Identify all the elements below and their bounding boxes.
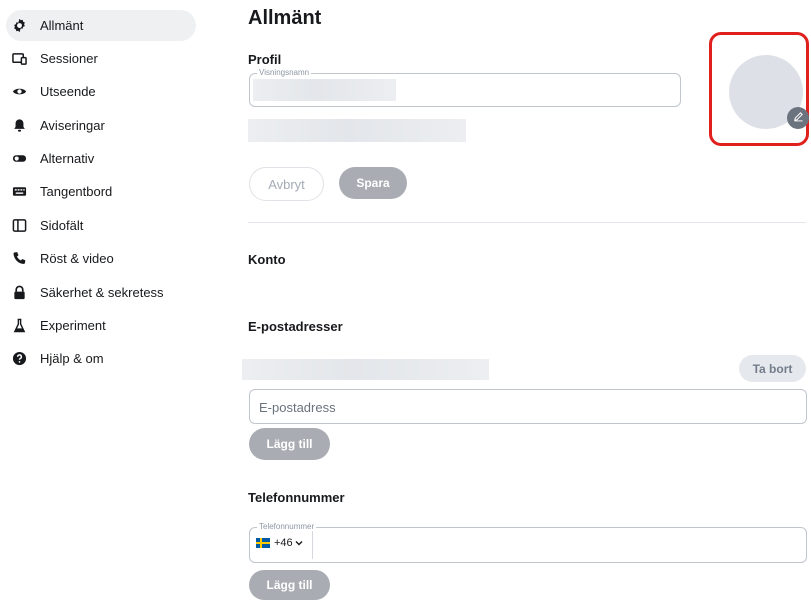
phone-number-field[interactable]: Telefonnummer +46 [249, 522, 807, 563]
sidebar-item-general[interactable]: Allmänt [6, 10, 196, 41]
sidebar-item-label: Röst & video [40, 251, 114, 266]
email-input[interactable]: E-postadress [249, 389, 807, 424]
account-heading: Konto [248, 252, 286, 267]
phone-icon [11, 251, 27, 267]
eye-icon [11, 84, 27, 100]
profile-heading: Profil [248, 52, 282, 67]
country-code-select[interactable]: +46 [256, 537, 303, 549]
display-name-value-redacted [253, 79, 396, 101]
sidebar-item-label: Aviseringar [40, 118, 105, 133]
save-button[interactable]: Spara [339, 167, 407, 199]
add-email-button[interactable]: Lägg till [249, 428, 330, 460]
avatar-edit-button[interactable] [787, 107, 809, 129]
help-icon [11, 351, 27, 367]
cancel-button[interactable]: Avbryt [249, 167, 324, 201]
sidebar-item-label: Utseende [40, 84, 96, 99]
phone-heading: Telefonnummer [248, 490, 345, 505]
sidebar-item-voice-video[interactable]: Röst & video [6, 243, 196, 274]
chevron-down-icon [295, 540, 303, 546]
lock-icon [11, 285, 27, 301]
pencil-icon [793, 109, 804, 127]
sidebar-item-label: Experiment [40, 318, 106, 333]
display-name-field[interactable]: Visningsnamn [249, 68, 681, 107]
email-address-redacted [242, 359, 489, 380]
sidebar-item-notifications[interactable]: Aviseringar [6, 110, 196, 141]
sidebar-item-label: Hjälp & om [40, 351, 104, 366]
toggle-icon [11, 151, 27, 167]
sidebar-icon [11, 218, 27, 234]
page-title: Allmänt [248, 7, 322, 29]
settings-sidebar: Allmänt Sessioner Utseende Aviseringar A… [0, 0, 230, 592]
sidebar-item-label: Alternativ [40, 151, 95, 166]
country-code: +46 [274, 537, 293, 549]
sidebar-item-preferences[interactable]: Alternativ [6, 143, 196, 174]
avatar-highlight [709, 32, 809, 146]
sidebar-item-appearance[interactable]: Utseende [6, 76, 196, 107]
sidebar-item-label: Tangentbord [40, 184, 113, 199]
sidebar-item-label: Säkerhet & sekretess [40, 285, 164, 300]
sidebar-item-label: Allmänt [40, 18, 84, 33]
settings-main: Allmänt Profil Visningsnamn Avbryt Spara… [242, 0, 809, 600]
sidebar-item-label: Sidofält [40, 218, 84, 233]
email-heading: E-postadresser [248, 319, 343, 334]
sidebar-item-help[interactable]: Hjälp & om [6, 343, 196, 374]
remove-email-button[interactable]: Ta bort [739, 355, 806, 382]
sidebar-item-keyboard[interactable]: Tangentbord [6, 176, 196, 207]
section-divider [248, 222, 806, 223]
sidebar-item-sessions[interactable]: Sessioner [6, 43, 196, 74]
sidebar-item-security[interactable]: Säkerhet & sekretess [6, 277, 196, 308]
sweden-flag-icon [256, 538, 270, 548]
sidebar-item-sidebar[interactable]: Sidofält [6, 210, 196, 241]
user-id-redacted [248, 119, 466, 142]
phone-number-label: Telefonnummer [257, 522, 317, 532]
gear-icon [11, 18, 27, 34]
flask-icon [11, 318, 27, 334]
email-placeholder: E-postadress [259, 400, 336, 415]
sidebar-item-labs[interactable]: Experiment [6, 310, 196, 341]
add-phone-button[interactable]: Lägg till [249, 570, 330, 600]
bell-icon [11, 118, 27, 134]
devices-icon [11, 51, 27, 67]
display-name-label: Visningsnamn [257, 68, 312, 78]
sidebar-item-label: Sessioner [40, 51, 98, 66]
keyboard-icon [11, 184, 27, 200]
country-separator [312, 531, 313, 559]
